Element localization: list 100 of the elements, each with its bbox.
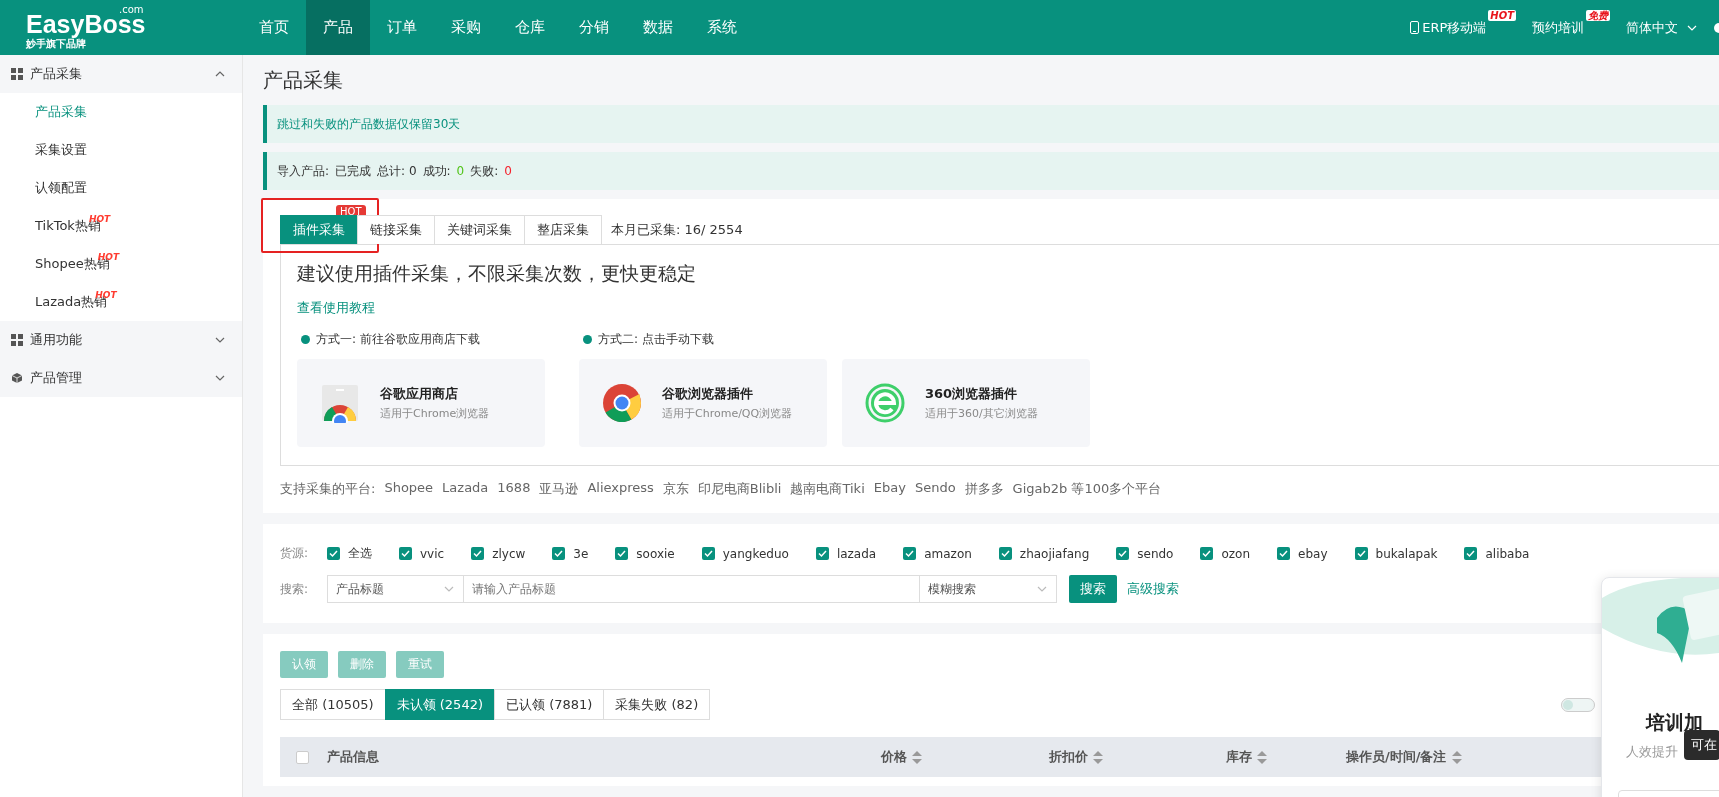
download-subtitle: 适用于Chrome浏览器	[380, 406, 490, 421]
column-header: 产品信息	[327, 748, 379, 766]
checkbox[interactable]	[399, 547, 412, 560]
search-field[interactable]: 请输入产品标题	[464, 575, 919, 603]
badge-label: 免费	[1586, 10, 1610, 21]
platform-name: Aliexpress	[587, 480, 654, 497]
nav-tab[interactable]: 数据	[626, 0, 690, 55]
sort-icon[interactable]	[1257, 750, 1267, 764]
language-select[interactable]: 简体中文	[1626, 18, 1698, 37]
nav-tab[interactable]: 系统	[690, 0, 754, 55]
nav-tab[interactable]: 分销	[562, 0, 626, 55]
source-option[interactable]: amazon	[924, 546, 972, 561]
bullet-icon	[583, 335, 592, 344]
source-option[interactable]: ozon	[1221, 546, 1251, 561]
checkbox[interactable]	[615, 547, 629, 560]
column-header: 价格	[881, 748, 907, 766]
source-option[interactable]: 全选	[348, 545, 372, 562]
checkbox[interactable]	[1354, 547, 1368, 560]
monthly-count: 本月已采集: 16/ 2554	[611, 220, 743, 239]
chrome-icon	[602, 383, 642, 423]
platform-name: Ebay	[873, 480, 906, 497]
import-status: 已完成	[335, 162, 372, 180]
download-card[interactable]: 谷歌应用商店 适用于Chrome浏览器	[297, 359, 545, 447]
match-mode-select[interactable]: 模糊搜索	[919, 575, 1057, 603]
sidebar-group[interactable]: 产品采集	[0, 55, 242, 93]
status-tab[interactable]: 未认领 (2542)	[384, 689, 495, 720]
source-option[interactable]: bukalapak	[1375, 546, 1438, 561]
checkbox[interactable]	[1277, 547, 1291, 560]
sort-icon[interactable]	[1093, 750, 1103, 764]
checkbox[interactable]	[1200, 547, 1214, 560]
source-option[interactable]: sooxie	[636, 546, 675, 561]
tutorial-link[interactable]: 查看使用教程	[297, 300, 375, 315]
checkbox[interactable]	[552, 547, 566, 560]
nav-tab[interactable]: 首页	[242, 0, 306, 55]
logo-tagline: 妙手旗下品牌	[26, 37, 86, 51]
status-tab[interactable]: 全部 (10505)	[280, 689, 386, 720]
column-header: 库存	[1226, 748, 1252, 766]
checkbox[interactable]	[903, 547, 917, 560]
source-option[interactable]: vvic	[420, 546, 445, 561]
download-card[interactable]: 360浏览器插件 适用于360/其它浏览器	[842, 359, 1090, 447]
sidebar-item[interactable]: 产品采集	[35, 104, 87, 119]
nav-tab[interactable]: 采购	[434, 0, 498, 55]
platform-name: 亚马逊	[539, 480, 579, 498]
download-subtitle: 适用于Chrome/QQ浏览器	[662, 406, 793, 421]
sidebar-item[interactable]: 认领配置	[35, 180, 87, 195]
promo-subtitle: 人效提升	[1626, 743, 1678, 761]
bullet-icon	[301, 335, 310, 344]
select-all-checkbox[interactable]	[296, 750, 309, 764]
download-card[interactable]: 谷歌浏览器插件 适用于Chrome/QQ浏览器	[579, 359, 827, 447]
source-option[interactable]: yangkeduo	[722, 546, 789, 561]
import-label: 导入产品:	[277, 162, 330, 180]
checkbox[interactable]	[701, 547, 715, 560]
source-option[interactable]: 3e	[573, 546, 589, 561]
grid-icon	[11, 68, 23, 80]
phone-icon	[1409, 21, 1421, 34]
sidebar-group[interactable]: 通用功能	[0, 321, 242, 359]
status-tab[interactable]: 已认领 (7881)	[494, 689, 605, 720]
source-option[interactable]: lazada	[836, 546, 877, 561]
source-option[interactable]: sendo	[1137, 546, 1174, 561]
platform-name: Lazada	[442, 480, 489, 497]
source-option[interactable]: alibaba	[1485, 546, 1530, 561]
fail-label: 失败:	[470, 162, 499, 180]
nav-tab[interactable]: 仓库	[498, 0, 562, 55]
collect-tab[interactable]: 插件采集	[280, 215, 358, 244]
toggle-switch[interactable]	[1561, 697, 1595, 712]
notice-banner: 跳过和失败的产品数据仅保留30天	[263, 105, 1719, 143]
download-title: 谷歌浏览器插件	[662, 385, 754, 403]
grid-icon	[11, 334, 23, 346]
checkbox[interactable]	[471, 547, 485, 560]
nav-tab[interactable]: 产品	[306, 0, 370, 55]
platform-name: 印尼电商Blibli	[697, 480, 782, 498]
mobile-app-link[interactable]: ERP移动端	[1409, 18, 1487, 37]
status-tab[interactable]: 采集失败 (82)	[603, 689, 711, 720]
collect-tab[interactable]: 链接采集	[357, 215, 435, 244]
sidebar-item[interactable]: 采集设置	[35, 142, 87, 157]
download-title: 谷歌应用商店	[380, 385, 459, 403]
download-title: 360浏览器插件	[925, 385, 1019, 403]
sort-icon[interactable]	[1451, 750, 1462, 764]
field-select[interactable]: 产品标题	[327, 575, 464, 603]
checkbox[interactable]	[998, 547, 1012, 560]
platform-name: Gigab2b 等100多个平台	[1012, 480, 1162, 498]
source-option[interactable]: zhaojiafang	[1019, 546, 1090, 561]
advanced-search-link[interactable]: 高级搜索	[1127, 580, 1179, 598]
platform-name: Shopee	[384, 480, 434, 497]
source-option[interactable]: zlycw	[492, 546, 526, 561]
sort-icon[interactable]	[912, 750, 922, 764]
checkbox[interactable]	[815, 547, 829, 560]
sidebar-group[interactable]: 产品管理	[0, 359, 242, 397]
source-option[interactable]: ebay	[1298, 546, 1328, 561]
search-button[interactable]: 搜索	[1069, 575, 1117, 603]
cube-icon	[11, 372, 23, 384]
column-header: 操作员/时间/备注	[1346, 748, 1447, 766]
checkbox[interactable]	[1464, 547, 1478, 560]
collect-tab[interactable]: 整店采集	[524, 215, 602, 244]
training-link[interactable]: 预约培训	[1532, 18, 1584, 37]
download-subtitle: 适用于360/其它浏览器	[925, 406, 1038, 421]
checkbox[interactable]	[327, 547, 340, 560]
nav-tab[interactable]: 订单	[370, 0, 434, 55]
checkbox[interactable]	[1116, 547, 1130, 560]
web-store-icon	[320, 383, 360, 423]
